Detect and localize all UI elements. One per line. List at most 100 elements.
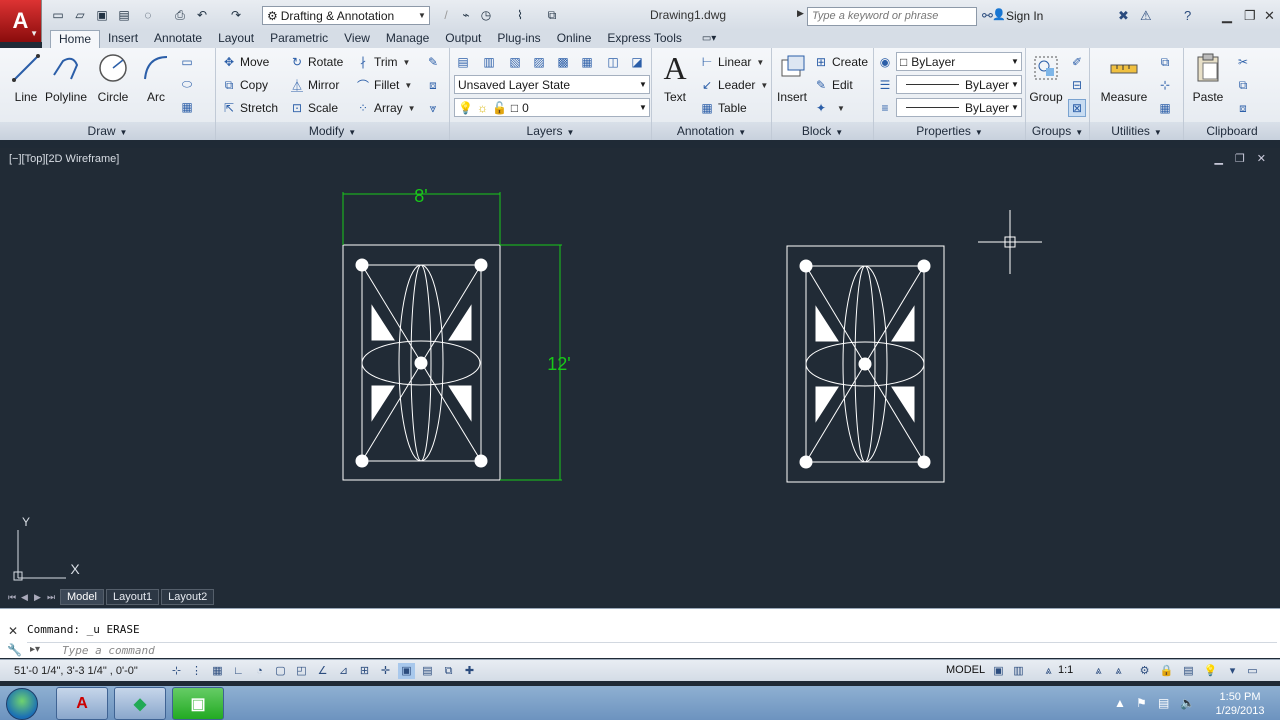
polyline-icon[interactable]: ⌇ [512,7,528,23]
object-snap-icon[interactable]: ▢ [272,663,289,679]
autodesk-icon[interactable]: ⚠ [1140,8,1152,24]
tab-annotate[interactable]: Annotate [146,30,210,48]
sign-in-button[interactable]: Sign In [1006,9,1043,23]
layer-match-icon[interactable]: ▥ [480,53,498,71]
cloud-icon[interactable]: ◌ [140,7,156,23]
offset-icon[interactable]: ⩔ [424,99,442,117]
array-button[interactable]: ⁘ Array ▼ [356,98,416,118]
pencil-icon[interactable]: / [438,7,454,23]
tab-model[interactable]: Model [60,589,104,605]
new-icon[interactable]: ▭ [50,7,66,23]
select-all-icon[interactable]: ⊹ [1156,76,1174,94]
ellipse-icon[interactable]: ⬭ [178,75,196,93]
clipboard-panel-title[interactable]: Clipboard [1184,122,1280,140]
group-selection-icon[interactable]: ⊠ [1068,99,1086,117]
lineweight-toggle-icon[interactable]: ✛ [377,663,394,679]
flag-icon[interactable]: ⚑ [1136,696,1147,710]
hardware-acceleration-icon[interactable]: ▤ [1180,663,1197,679]
circle-button[interactable]: Circle [90,52,136,106]
tab-plug-ins[interactable]: Plug-ins [489,30,548,48]
linetype-dropdown[interactable]: ByLayer ▼ [896,98,1022,117]
quick-properties-icon[interactable]: ▤ [419,663,436,679]
rectangle-icon[interactable]: ▭ [178,53,196,71]
edit-block-button[interactable]: ✎ Edit [814,75,853,95]
cut-icon[interactable]: ✂ [1234,53,1252,71]
text-button[interactable]: A Text [654,50,696,106]
copy-button[interactable]: ⧉ Copy [222,75,268,95]
tab-layout2[interactable]: Layout2 [161,589,215,605]
create-block-button[interactable]: ⊞ Create [814,52,868,72]
network-icon[interactable]: ▤ [1158,696,1169,710]
groups-panel-title[interactable]: Groups ▼ [1026,122,1089,140]
annotation-scale-value[interactable]: 1:1 [1058,664,1073,676]
stretch-button[interactable]: ⇱ Stretch [222,98,278,118]
layer-merge-icon[interactable]: ◪ [628,53,646,71]
rotate-button[interactable]: ↻ Rotate [290,52,343,72]
workspace-dropdown[interactable]: ⚙ Drafting & Annotation ▼ [262,6,430,25]
properties-panel-title[interactable]: Properties ▼ [874,122,1025,140]
next-tab-icon[interactable]: ▶ [34,592,47,603]
layer-previous-icon[interactable]: ▧ [506,53,524,71]
layer-icon[interactable]: ⧉ [544,7,560,23]
fillet-button[interactable]: ⌒ Fillet ▼ [356,75,412,95]
isolate-objects-icon[interactable]: 💡 [1202,663,1219,679]
paste-button[interactable]: Paste [1186,52,1230,106]
auto-scale-icon[interactable]: ⩓ [1110,663,1127,679]
minimize-icon[interactable]: ▁ [1222,8,1232,24]
scale-button[interactable]: ⊡ Scale [290,98,338,118]
3d-object-snap-icon[interactable]: ◰ [293,663,310,679]
save-as-icon[interactable]: ▤ [116,7,132,23]
calculator-icon[interactable]: ▦ [1156,99,1174,117]
coordinates-readout[interactable]: 51'-0 1/4", 3'-3 1/4" , 0'-0" [14,665,138,677]
layer-properties-icon[interactable]: ▤ [454,53,472,71]
infer-constraints-icon[interactable]: ⊹ [168,663,185,679]
lock-icon[interactable]: 🔒 [1158,663,1175,679]
selection-cycling-icon[interactable]: ⧉ [440,663,457,679]
layer-dropdown[interactable]: 💡 ☼ 🔓 □ 0 ▼ [454,98,650,117]
layer-isolate-icon[interactable]: ▨ [530,53,548,71]
move-button[interactable]: ✥ Move [222,52,269,72]
redo-icon[interactable]: ↷ [228,7,244,23]
trim-button[interactable]: ∤ Trim ▼ [356,52,410,72]
grid-display-icon[interactable]: ▦ [209,663,226,679]
object-snap-tracking-icon[interactable]: ∠ [314,663,331,679]
group-button[interactable]: Group [1026,52,1066,106]
quick-view-layouts-icon[interactable]: ▣ [990,663,1007,679]
door-panel-right[interactable] [786,245,945,483]
annotation-scale-icon[interactable]: ⩓ [1040,663,1057,679]
leader-button[interactable]: ↙ Leader ▼ [700,75,768,95]
tab-online[interactable]: Online [549,30,600,48]
taskbar-autocad-icon[interactable]: A [56,687,108,720]
tab-layout1[interactable]: Layout1 [105,589,160,605]
snap-mode-icon[interactable]: ⋮ [188,663,205,679]
save-icon[interactable]: ▣ [94,7,110,23]
last-tab-icon[interactable]: ⏭ [47,592,60,603]
layers-panel-title[interactable]: Layers ▼ [450,122,651,140]
status-menu-icon[interactable]: ▾ [1224,663,1241,679]
polyline-button[interactable]: Polyline [43,52,89,106]
layer-state-dropdown[interactable]: Unsaved Layer State ▼ [454,75,650,94]
modify-panel-title[interactable]: Modify ▼ [216,122,449,140]
drawing-area[interactable]: [−][Top][2D Wireframe] ▁ ❐ ✕ 8' 12' Y X [0,148,1280,588]
ungroup-icon[interactable]: ✐ [1068,53,1086,71]
attribute-button[interactable]: ✦ ▼ [814,98,845,118]
search-input[interactable]: Type a keyword or phrase [807,7,977,26]
match-properties-icon[interactable]: ◉ [876,53,894,71]
application-menu-button[interactable]: A ▼ [0,0,42,42]
arc-button[interactable]: Arc [133,52,179,106]
draw-panel-title[interactable]: Draw ▼ [0,122,215,140]
clean-screen-icon[interactable]: ▭ [1244,663,1261,679]
command-input[interactable]: Type a command [27,642,1277,658]
undo-icon[interactable]: ↶ [194,7,210,23]
tab-express-tools[interactable]: Express Tools [599,30,689,48]
polar-tracking-icon[interactable]: ◔ [251,663,268,679]
wrench-icon[interactable]: 🔧 [7,643,22,657]
tab-insert[interactable]: Insert [100,30,146,48]
linear-button[interactable]: ⊢ Linear ▼ [700,52,765,72]
measure-button[interactable]: Measure [1098,52,1150,106]
explode-icon[interactable]: ⧈ [424,76,442,94]
color-dropdown[interactable]: □ ByLayer ▼ [896,52,1022,71]
taskbar-recorder-icon[interactable]: ▣ [172,687,224,720]
quick-view-drawings-icon[interactable]: ▥ [1010,663,1027,679]
first-tab-icon[interactable]: ⏮ [8,592,21,603]
